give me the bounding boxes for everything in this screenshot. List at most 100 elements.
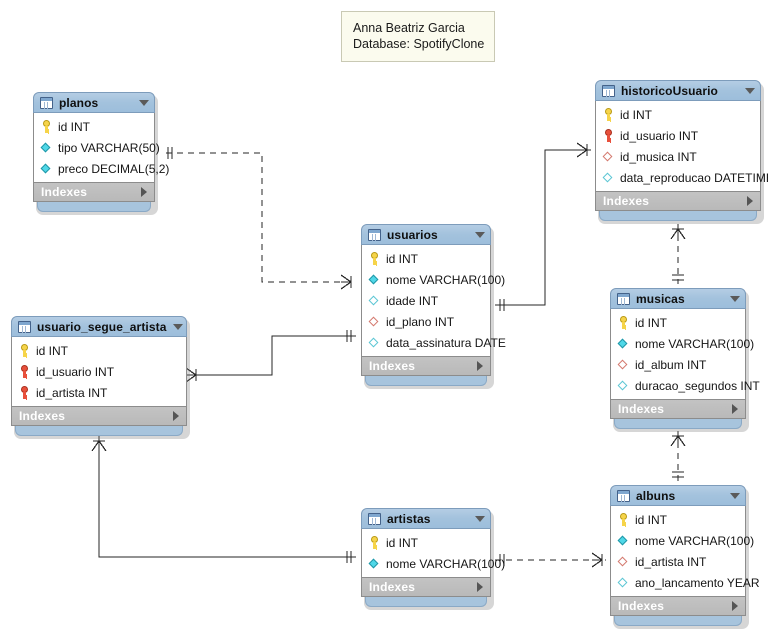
table-icon — [602, 84, 615, 97]
eer-diagram-canvas[interactable]: Anna Beatriz Garcia Database: SpotifyClo… — [0, 0, 768, 640]
table-header[interactable]: planos — [33, 92, 155, 113]
column-row[interactable]: id INT — [362, 248, 490, 269]
chevron-down-icon[interactable] — [730, 492, 740, 499]
indexes-bar[interactable]: Indexes — [11, 407, 187, 426]
column-row[interactable]: data_assinatura DATE — [362, 332, 506, 353]
indexes-label: Indexes — [618, 402, 665, 416]
column-row[interactable]: nome VARCHAR(100) — [362, 553, 505, 574]
column-row[interactable]: id_musica INT — [596, 146, 760, 167]
column-row[interactable]: nome VARCHAR(100) — [611, 530, 754, 551]
column-fk-icon — [617, 556, 629, 567]
chevron-down-icon[interactable] — [139, 99, 149, 106]
table-albuns[interactable]: albuns id INT nome VARCHAR(100) id_artista … — [610, 485, 760, 629]
chevron-down-icon[interactable] — [475, 515, 485, 522]
table-usuario_segue_artista[interactable]: usuario_segue_artistaid INT id_usuario IN… — [11, 316, 190, 439]
chevron-right-icon[interactable] — [141, 187, 147, 197]
note-database: Database: SpotifyClone — [353, 37, 485, 51]
column-row[interactable]: id INT — [34, 116, 154, 137]
table-header[interactable]: musicas — [610, 288, 746, 309]
table-columns: id INT id_usuario INT id_musica INT data_re… — [595, 101, 768, 192]
chevron-right-icon[interactable] — [477, 361, 483, 371]
chevron-right-icon[interactable] — [732, 601, 738, 611]
column-label: ano_lancamento YEAR — [635, 575, 760, 590]
chevron-down-icon[interactable] — [745, 87, 755, 94]
column-row[interactable]: id_usuario INT — [12, 361, 186, 382]
table-musicas[interactable]: musicas id INT nome VARCHAR(100) id_album I… — [610, 288, 760, 432]
table-artistas[interactable]: artistas id INT nome VARCHAR(100) Indexes — [361, 508, 505, 610]
column-label: id_plano INT — [386, 314, 455, 329]
relationship-usuarios-usuariosegueartista — [185, 330, 356, 383]
column-label: id_artista INT — [635, 554, 707, 569]
column-label: id INT — [620, 107, 653, 122]
table-name: usuarios — [387, 227, 438, 242]
column-row[interactable]: tipo VARCHAR(50) — [34, 137, 160, 158]
column-fk-icon — [368, 316, 380, 327]
pk-key-icon — [19, 344, 30, 357]
column-row[interactable]: id INT — [596, 104, 760, 125]
indexes-bar[interactable]: Indexes — [595, 192, 761, 211]
indexes-label: Indexes — [19, 409, 66, 423]
table-usuarios[interactable]: usuarios id INT nome VARCHAR(100) idade INT… — [361, 224, 506, 389]
column-label: id INT — [386, 251, 419, 266]
column-row[interactable]: nome VARCHAR(100) — [611, 333, 754, 354]
column-row[interactable]: nome VARCHAR(100) — [362, 269, 505, 290]
table-icon — [368, 228, 381, 241]
table-name: artistas — [387, 511, 431, 526]
column-fk-icon — [602, 151, 614, 162]
chevron-right-icon[interactable] — [477, 582, 483, 592]
column-row[interactable]: id_album INT — [611, 354, 745, 375]
indexes-label: Indexes — [41, 185, 88, 199]
table-header[interactable]: albuns — [610, 485, 746, 506]
indexes-bar[interactable]: Indexes — [610, 597, 746, 616]
diagram-note[interactable]: Anna Beatriz Garcia Database: SpotifyClo… — [341, 11, 496, 62]
column-row[interactable]: id_artista INT — [611, 551, 745, 572]
column-row[interactable]: duracao_segundos INT — [611, 375, 760, 396]
table-historicoUsuario[interactable]: historicoUsuario id INT id_usuario INT id_m… — [595, 80, 768, 224]
table-header[interactable]: historicoUsuario — [595, 80, 761, 101]
table-footer-tab — [37, 202, 151, 212]
column-row[interactable]: idade INT — [362, 290, 490, 311]
column-label: duracao_segundos INT — [635, 378, 760, 393]
indexes-bar[interactable]: Indexes — [33, 183, 155, 202]
fk-key-icon — [19, 386, 30, 399]
relationship-planos-usuarios — [166, 147, 356, 290]
chevron-down-icon[interactable] — [172, 323, 183, 330]
column-row[interactable]: ano_lancamento YEAR — [611, 572, 760, 593]
column-row[interactable]: id INT — [362, 532, 490, 553]
table-planos[interactable]: planos id INT tipo VARCHAR(50) preco DECIMA… — [33, 92, 169, 215]
column-row[interactable]: id_artista INT — [12, 382, 186, 403]
column-notnull-icon — [617, 338, 629, 349]
column-row[interactable]: data_reproducao DATETIME — [596, 167, 768, 188]
table-header[interactable]: usuarios — [361, 224, 491, 245]
column-row[interactable]: id_plano INT — [362, 311, 490, 332]
indexes-bar[interactable]: Indexes — [610, 400, 746, 419]
fk-key-icon — [19, 365, 30, 378]
indexes-bar[interactable]: Indexes — [361, 578, 491, 597]
relationship-musicas-historicousuario — [670, 224, 686, 284]
chevron-right-icon[interactable] — [747, 196, 753, 206]
column-nullable-icon — [617, 380, 629, 391]
chevron-right-icon[interactable] — [732, 404, 738, 414]
chevron-down-icon[interactable] — [475, 231, 485, 238]
column-nullable-icon — [368, 295, 380, 306]
column-row[interactable]: id INT — [12, 340, 186, 361]
table-icon — [40, 96, 53, 109]
chevron-down-icon[interactable] — [730, 295, 740, 302]
table-columns: id INT tipo VARCHAR(50) preco DECIMAL(5,2) — [33, 113, 169, 183]
column-notnull-icon — [368, 558, 380, 569]
pk-key-icon — [369, 252, 380, 265]
column-row[interactable]: id_usuario INT — [596, 125, 760, 146]
table-header[interactable]: usuario_segue_artista — [11, 316, 187, 337]
column-row[interactable]: id INT — [611, 509, 745, 530]
indexes-bar[interactable]: Indexes — [361, 357, 491, 376]
relationship-usuarios-historicousuario — [495, 142, 591, 311]
column-notnull-icon — [617, 535, 629, 546]
note-author: Anna Beatriz Garcia — [353, 21, 465, 35]
column-label: idade INT — [386, 293, 439, 308]
chevron-right-icon[interactable] — [173, 411, 179, 421]
pk-key-icon — [618, 513, 629, 526]
table-header[interactable]: artistas — [361, 508, 491, 529]
column-row[interactable]: id INT — [611, 312, 745, 333]
column-row[interactable]: preco DECIMAL(5,2) — [34, 158, 169, 179]
table-name: albuns — [636, 488, 676, 503]
